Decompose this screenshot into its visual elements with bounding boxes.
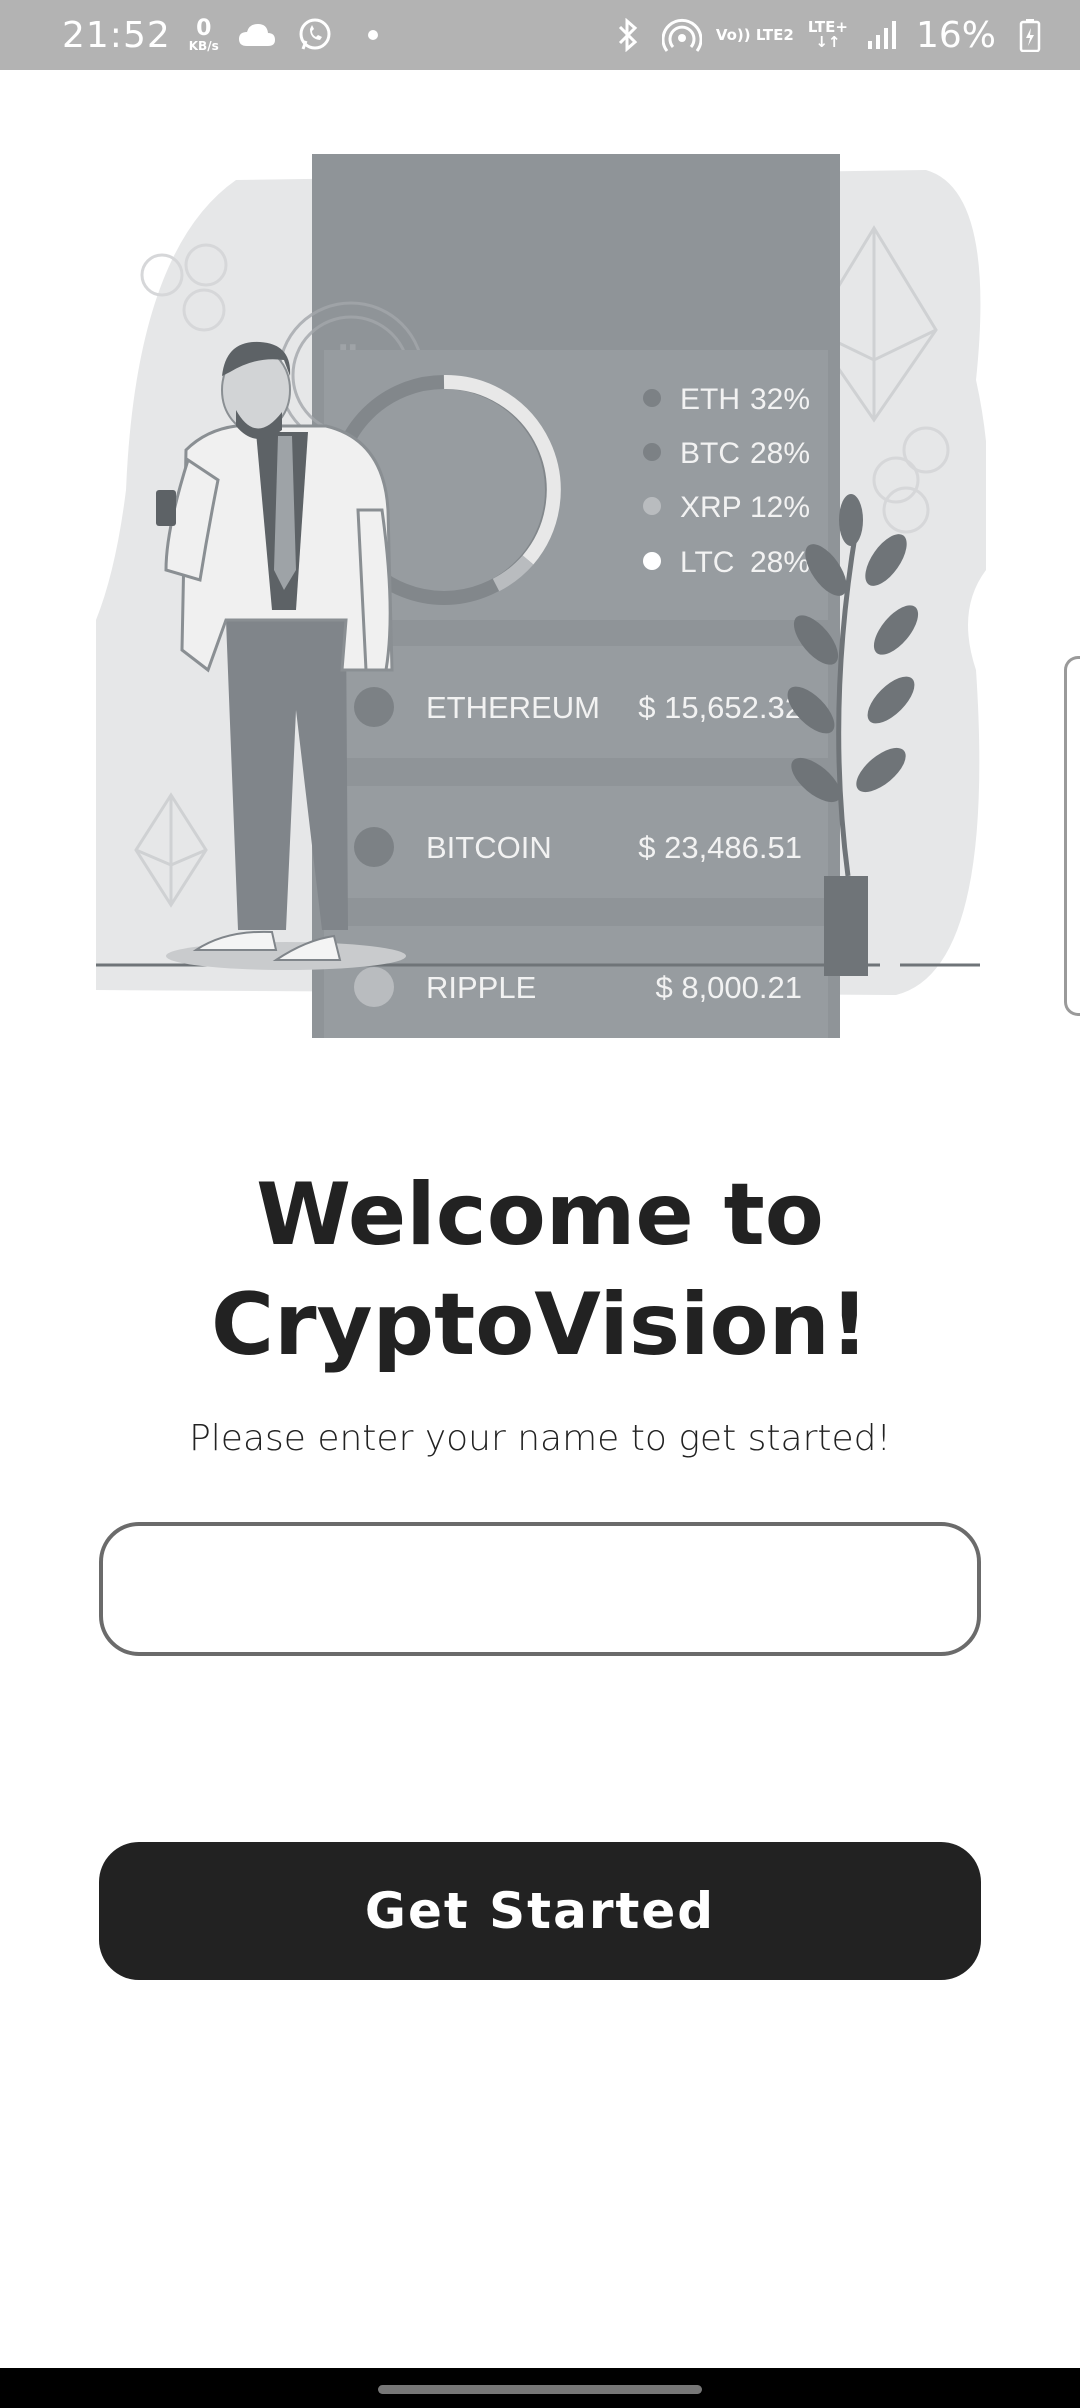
status-bar: 21:52 0 KB/s Vo)) LTE2 LTE+ ↓↑ 16% bbox=[0, 0, 1080, 70]
coin-icon-ethereum bbox=[354, 687, 394, 727]
net-speed-unit: KB/s bbox=[188, 39, 219, 53]
plant-pot bbox=[824, 876, 868, 976]
legend-dot-eth bbox=[643, 389, 661, 407]
hotspot-icon bbox=[661, 15, 702, 55]
legend-percent-btc: 28% bbox=[750, 437, 810, 470]
signal-icon bbox=[862, 15, 902, 55]
legend-symbol-xrp: XRP bbox=[680, 491, 742, 524]
status-time: 21:52 bbox=[62, 14, 171, 56]
coin-name-ethereum: ETHEREUM bbox=[426, 690, 600, 725]
get-started-button[interactable]: Get Started bbox=[99, 1842, 981, 1980]
status-left: 21:52 0 KB/s bbox=[62, 15, 393, 56]
legend-percent-ltc: 28% bbox=[750, 546, 810, 579]
man-legs bbox=[226, 620, 348, 930]
crypto-illustration: ₿ ETH 32% BTC 28% XRP 12% LTC 28% ETHER bbox=[96, 150, 990, 1040]
dot-icon bbox=[353, 15, 393, 55]
welcome-title-line1: Welcome to bbox=[256, 1165, 824, 1265]
net-speed-value: 0 bbox=[196, 16, 212, 41]
coin-icon-ripple bbox=[354, 967, 394, 1007]
coin-price-bitcoin: $ 23,486.51 bbox=[638, 830, 802, 865]
welcome-subtitle: Please enter your name to get started! bbox=[189, 1418, 891, 1459]
coin-price-ethereum: $ 15,652.32 bbox=[638, 690, 802, 725]
legend-percent-xrp: 12% bbox=[750, 491, 810, 524]
coin-name-ripple: RIPPLE bbox=[426, 970, 536, 1005]
legend-dot-btc bbox=[643, 443, 661, 461]
welcome-title-line2: CryptoVision! bbox=[210, 1275, 870, 1375]
coin-price-ripple: $ 8,000.21 bbox=[655, 970, 802, 1005]
bluetooth-icon bbox=[608, 15, 648, 55]
edge-panel-handle[interactable] bbox=[1064, 656, 1080, 1016]
battery-icon bbox=[1010, 15, 1050, 55]
volte-label: Vo)) LTE2 bbox=[715, 25, 794, 44]
legend-symbol-eth: ETH bbox=[680, 383, 740, 416]
welcome-title: Welcome to CryptoVision! bbox=[0, 1160, 1080, 1380]
volte-indicator: Vo)) LTE2 bbox=[715, 25, 794, 44]
data-arrows-icon: ↓↑ bbox=[815, 33, 841, 51]
coin-icon-bitcoin bbox=[354, 827, 394, 867]
battery-percent: 16% bbox=[915, 14, 996, 56]
legend-symbol-ltc: LTC bbox=[680, 546, 734, 579]
net-speed-indicator: 0 KB/s bbox=[188, 16, 219, 53]
legend-dot-xrp bbox=[643, 497, 661, 515]
home-gesture-bar[interactable] bbox=[378, 2385, 702, 2394]
man-phone bbox=[156, 490, 176, 526]
lte-indicator: LTE+ ↓↑ bbox=[808, 20, 848, 50]
cloud-icon bbox=[237, 15, 277, 55]
whatsapp-icon bbox=[295, 15, 335, 55]
navigation-bar bbox=[0, 2368, 1080, 2408]
legend-symbol-btc: BTC bbox=[680, 437, 740, 470]
legend-dot-ltc bbox=[643, 552, 661, 570]
status-right: Vo)) LTE2 LTE+ ↓↑ 16% bbox=[608, 15, 1050, 56]
coin-list: ETHEREUM $ 15,652.32 BITCOIN $ 23,486.51… bbox=[324, 646, 828, 1038]
name-input[interactable] bbox=[99, 1522, 981, 1656]
coin-name-bitcoin: BITCOIN bbox=[426, 830, 552, 865]
legend-percent-eth: 32% bbox=[750, 383, 810, 416]
illustration-svg: ₿ ETH 32% BTC 28% XRP 12% LTC 28% ETHER bbox=[96, 154, 990, 1038]
